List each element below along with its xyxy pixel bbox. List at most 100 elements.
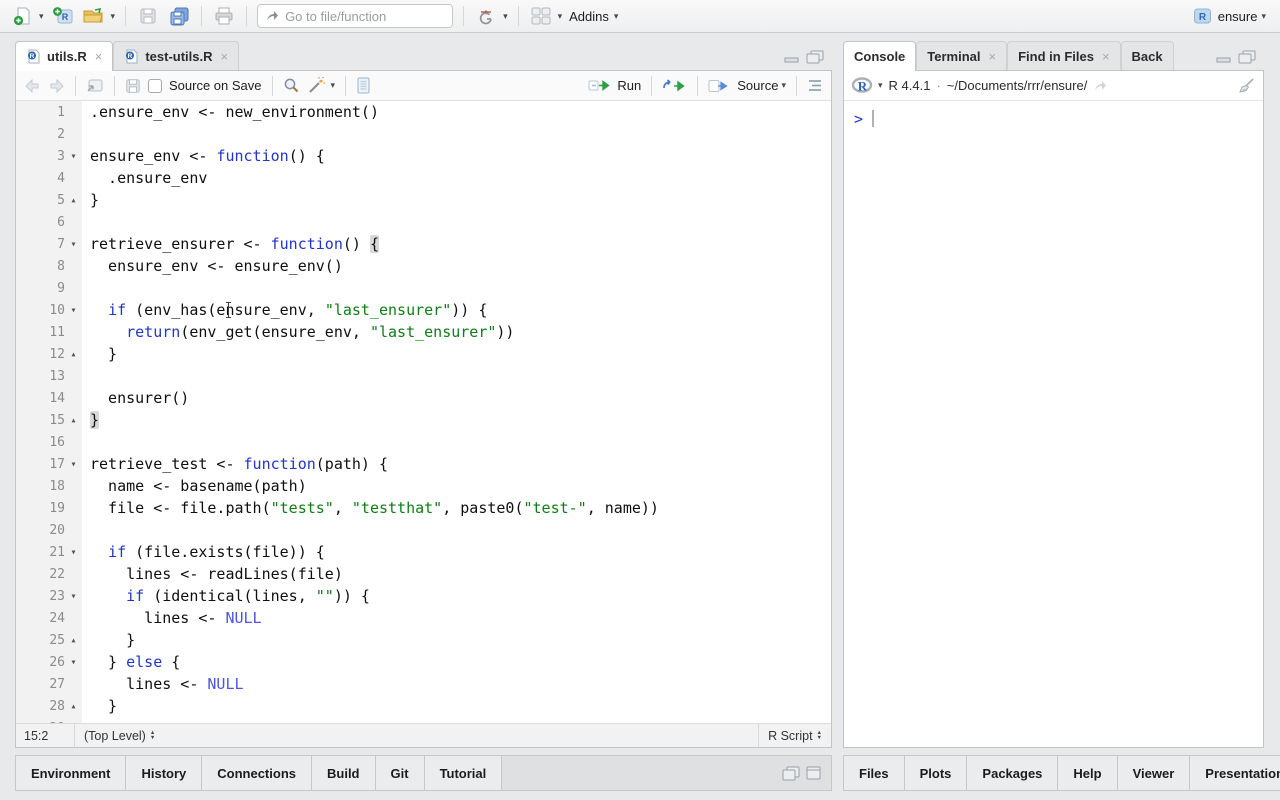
code-line-22[interactable]: 22 lines <- readLines(file): [16, 563, 831, 585]
code-line-24[interactable]: 24 lines <- NULL: [16, 607, 831, 629]
save-icon[interactable]: [136, 4, 160, 28]
close-icon[interactable]: ×: [95, 49, 103, 64]
tab-console[interactable]: Console: [843, 41, 916, 71]
panes-layout-caret[interactable]: ▾: [558, 11, 563, 22]
close-icon[interactable]: ×: [1102, 49, 1110, 64]
source-button-caret[interactable]: ▾: [781, 80, 786, 91]
outline-icon[interactable]: [807, 79, 823, 92]
maximize-icon[interactable]: [806, 766, 821, 780]
code-line-21[interactable]: 21▾ if (file.exists(file)) {: [16, 541, 831, 563]
maximize-icon[interactable]: [806, 50, 824, 64]
source-button[interactable]: Source ▾: [708, 78, 786, 93]
code-line-9[interactable]: 9: [16, 277, 831, 299]
source-on-save-checkbox[interactable]: [148, 79, 162, 93]
tab-tutorial[interactable]: Tutorial: [425, 756, 503, 790]
save-icon[interactable]: [125, 78, 141, 94]
tab-plots[interactable]: Plots: [905, 756, 968, 790]
tab-presentation[interactable]: Presentation: [1190, 756, 1280, 790]
r-version-caret[interactable]: ▾: [878, 80, 883, 91]
fold-up-icon[interactable]: ▴: [65, 415, 82, 426]
new-project-icon[interactable]: R: [51, 4, 75, 28]
fold-down-icon[interactable]: ▾: [65, 591, 82, 602]
code-line-26[interactable]: 26▾ } else {: [16, 651, 831, 673]
compile-notebook-icon[interactable]: [356, 77, 371, 94]
save-all-icon[interactable]: [167, 4, 191, 28]
goto-directory-icon[interactable]: [1093, 80, 1108, 92]
fold-up-icon[interactable]: ▴: [65, 701, 82, 712]
fold-up-icon[interactable]: ▴: [65, 349, 82, 360]
open-file-icon[interactable]: [82, 4, 106, 28]
tab-terminal[interactable]: Terminal×: [916, 41, 1007, 70]
restore-icon[interactable]: [782, 766, 800, 781]
search-icon[interactable]: [283, 77, 300, 94]
clear-console-icon[interactable]: [1238, 78, 1255, 94]
tab-packages[interactable]: Packages: [967, 756, 1058, 790]
code-line-29[interactable]: 29: [16, 717, 831, 723]
maximize-icon[interactable]: [1238, 50, 1256, 64]
code-line-6[interactable]: 6: [16, 211, 831, 233]
addins-menu[interactable]: Addins: [569, 9, 609, 24]
new-file-icon[interactable]: [10, 4, 34, 28]
print-icon[interactable]: [212, 4, 236, 28]
tab-help[interactable]: Help: [1058, 756, 1117, 790]
tab-git[interactable]: Git: [376, 756, 425, 790]
code-line-10[interactable]: 10▾ if (env_has(ensure_env, "last_ensure…: [16, 299, 831, 321]
tab-find-in-files[interactable]: Find in Files×: [1007, 41, 1120, 70]
magic-wand-icon[interactable]: [307, 77, 326, 94]
code-line-17[interactable]: 17▾retrieve_test <- function(path) {: [16, 453, 831, 475]
fold-down-icon[interactable]: ▾: [65, 657, 82, 668]
rerun-icon[interactable]: [662, 79, 687, 93]
panes-layout-icon[interactable]: [529, 4, 553, 28]
code-line-4[interactable]: 4 .ensure_env: [16, 167, 831, 189]
go-to-file-box[interactable]: [257, 4, 453, 28]
magic-wand-caret[interactable]: ▾: [331, 80, 336, 91]
run-button[interactable]: Run: [588, 78, 641, 93]
console-output[interactable]: >: [844, 101, 1263, 747]
fold-up-icon[interactable]: ▴: [65, 635, 82, 646]
code-line-16[interactable]: 16: [16, 431, 831, 453]
fold-down-icon[interactable]: ▾: [65, 151, 82, 162]
tab-build[interactable]: Build: [312, 756, 376, 790]
code-editor[interactable]: 1.ensure_env <- new_environment()23▾ensu…: [16, 101, 831, 723]
code-line-23[interactable]: 23▾ if (identical(lines, "")) {: [16, 585, 831, 607]
code-line-14[interactable]: 14 ensurer(): [16, 387, 831, 409]
code-line-19[interactable]: 19 file <- file.path("tests", "testthat"…: [16, 497, 831, 519]
version-control-caret[interactable]: ▾: [503, 11, 508, 22]
code-line-27[interactable]: 27 lines <- NULL: [16, 673, 831, 695]
working-directory[interactable]: ~/Documents/rrr/ensure/: [947, 78, 1088, 93]
new-file-caret[interactable]: ▾: [39, 11, 44, 22]
addins-caret[interactable]: ▾: [614, 11, 619, 22]
code-line-1[interactable]: 1.ensure_env <- new_environment(): [16, 101, 831, 123]
close-icon[interactable]: ×: [221, 49, 229, 64]
minimize-icon[interactable]: [1216, 51, 1232, 63]
tab-connections[interactable]: Connections: [202, 756, 312, 790]
code-line-3[interactable]: 3▾ensure_env <- function() {: [16, 145, 831, 167]
source-tab-utils-r[interactable]: Rutils.R×: [15, 41, 113, 71]
tab-viewer[interactable]: Viewer: [1118, 756, 1191, 790]
fold-down-icon[interactable]: ▾: [65, 459, 82, 470]
close-icon[interactable]: ×: [989, 49, 997, 64]
code-line-28[interactable]: 28▴ }: [16, 695, 831, 717]
source-tab-test-utils-r[interactable]: Rtest-utils.R×: [113, 41, 239, 70]
popout-icon[interactable]: [86, 78, 104, 93]
tab-files[interactable]: Files: [844, 756, 905, 790]
back-icon[interactable]: [24, 79, 41, 93]
scope-selector[interactable]: (Top Level) ▲▼: [75, 729, 164, 743]
code-line-2[interactable]: 2: [16, 123, 831, 145]
project-caret[interactable]: ▾: [1261, 11, 1266, 22]
code-line-15[interactable]: 15▴}: [16, 409, 831, 431]
tab-back[interactable]: Back: [1121, 41, 1174, 70]
file-type-selector[interactable]: R Script ▲▼: [759, 729, 831, 743]
open-file-caret[interactable]: ▾: [111, 11, 116, 22]
project-selector[interactable]: R ensure ▾: [1193, 7, 1270, 25]
tab-history[interactable]: History: [126, 756, 202, 790]
fold-up-icon[interactable]: ▴: [65, 195, 82, 206]
code-line-18[interactable]: 18 name <- basename(path): [16, 475, 831, 497]
code-line-7[interactable]: 7▾retrieve_ensurer <- function() {: [16, 233, 831, 255]
tab-environment[interactable]: Environment: [16, 756, 126, 790]
fold-down-icon[interactable]: ▾: [65, 547, 82, 558]
go-to-file-input[interactable]: [285, 9, 435, 24]
fold-down-icon[interactable]: ▾: [65, 305, 82, 316]
code-line-20[interactable]: 20: [16, 519, 831, 541]
code-line-12[interactable]: 12▴ }: [16, 343, 831, 365]
